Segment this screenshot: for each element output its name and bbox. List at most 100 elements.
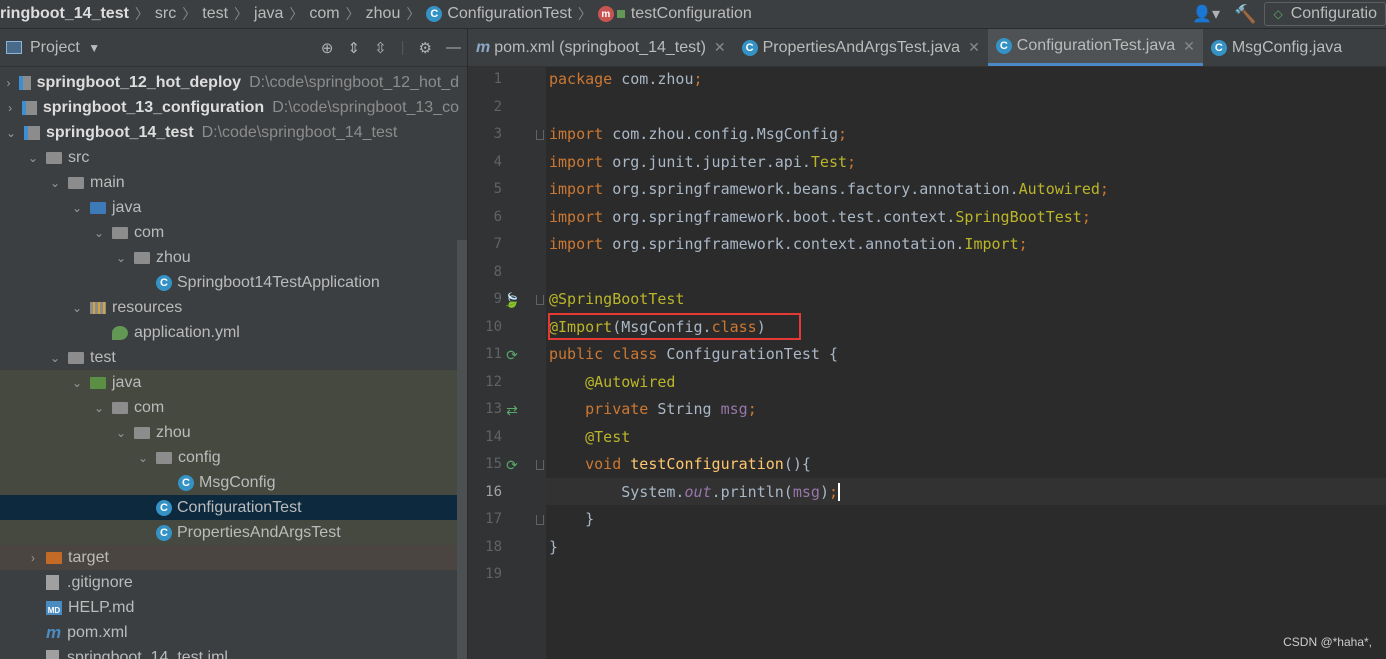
- breadcrumb-project[interactable]: ringboot_14_test: [0, 5, 129, 23]
- chevron-down-icon[interactable]: ⌄: [92, 401, 106, 415]
- chevron-down-icon[interactable]: ⌄: [26, 151, 40, 165]
- tree-item[interactable]: ⌄ src: [0, 145, 467, 170]
- tree-item[interactable]: springboot_14_test.iml: [0, 645, 467, 659]
- tree-item[interactable]: C MsgConfig: [0, 470, 467, 495]
- tree-item[interactable]: ⌄ com: [0, 220, 467, 245]
- project-view-selector[interactable]: Project ▼: [30, 39, 100, 57]
- tree-scrollbar[interactable]: [457, 240, 467, 659]
- tree-item[interactable]: .gitignore: [0, 570, 467, 595]
- tree-item[interactable]: ⌄ springboot_14_test D:\code\springboot_14…: [0, 120, 459, 145]
- run-test-icon[interactable]: ⟳: [502, 345, 522, 365]
- close-icon[interactable]: ✕: [968, 39, 980, 56]
- run-test-icon[interactable]: ⟳: [502, 455, 522, 475]
- tab-label: ConfigurationTest.java: [1016, 37, 1176, 54]
- tree-item[interactable]: ⌄ zhou: [0, 420, 467, 445]
- tree-item[interactable]: C Springboot14TestApplication: [0, 270, 467, 295]
- breadcrumb-com[interactable]: com: [309, 5, 339, 23]
- line-number: 8: [493, 263, 502, 280]
- build-hammer-icon[interactable]: 🔨: [1234, 4, 1256, 25]
- locate-file-icon[interactable]: ⊕: [321, 39, 334, 57]
- chevron-right-icon[interactable]: ›: [26, 551, 40, 565]
- breadcrumb-src[interactable]: src: [155, 5, 176, 23]
- editor-tab[interactable]: C ConfigurationTest.java ✕: [987, 29, 1203, 66]
- chevron-down-icon[interactable]: ⌄: [70, 376, 84, 390]
- chevron-right-icon: 〉: [234, 6, 249, 22]
- fold-marker-icon[interactable]: [536, 515, 544, 525]
- chevron-right-icon[interactable]: ›: [4, 101, 16, 115]
- package-icon: [134, 251, 150, 264]
- editor-tab[interactable]: m pom.xml (springboot_14_test) ✕: [468, 29, 734, 66]
- breadcrumb-test[interactable]: test: [202, 5, 228, 23]
- tree-item-label: pom.xml: [67, 623, 128, 641]
- close-icon[interactable]: ✕: [1183, 38, 1195, 55]
- tree-item[interactable]: ⌄ resources: [0, 295, 467, 320]
- folder-icon: [68, 176, 84, 189]
- fold-marker-icon[interactable]: [536, 130, 544, 140]
- tree-item[interactable]: MD HELP.md: [0, 595, 467, 620]
- class-icon: C: [426, 6, 443, 22]
- chevron-down-icon[interactable]: ⌄: [48, 351, 62, 365]
- tree-item[interactable]: › springboot_13_configuration D:\code\spri…: [0, 95, 459, 120]
- line-number: 10: [485, 318, 502, 335]
- project-panel-tools: ⊕ ⇕ ⇳ | ⚙ —: [321, 39, 461, 57]
- tree-item-label: com: [134, 223, 165, 241]
- chevron-down-icon[interactable]: ⌄: [114, 251, 128, 265]
- chevron-down-icon[interactable]: ⌄: [92, 226, 106, 240]
- public-access-icon: [616, 10, 625, 18]
- package-icon: [112, 226, 128, 239]
- class-icon: C: [156, 499, 172, 516]
- file-icon: [46, 650, 59, 659]
- chevron-down-icon[interactable]: ⌄: [114, 426, 128, 440]
- watermark: CSDN @*haha*,: [1283, 635, 1372, 649]
- tree-item[interactable]: ⌄ config: [0, 445, 467, 470]
- fold-marker-icon[interactable]: [536, 460, 544, 470]
- tree-item[interactable]: C ConfigurationTest: [0, 495, 467, 520]
- tree-item[interactable]: ⌄ zhou: [0, 245, 467, 270]
- user-icon[interactable]: 👤▾: [1192, 4, 1220, 24]
- tree-item[interactable]: › target: [0, 545, 467, 570]
- class-icon: C: [178, 474, 194, 491]
- breadcrumb-java[interactable]: java: [254, 5, 283, 23]
- tree-item[interactable]: ⌄ test: [0, 345, 467, 370]
- collapse-all-icon[interactable]: ⇳: [374, 39, 387, 57]
- chevron-right-icon[interactable]: ›: [4, 76, 13, 90]
- breadcrumb-label: ringboot_14_test: [0, 5, 129, 22]
- tree-item[interactable]: › springboot_12_hot_deploy D:\code\springb…: [0, 70, 459, 95]
- tree-item[interactable]: ⌄ java: [0, 195, 467, 220]
- breadcrumb-method[interactable]: m testConfiguration: [597, 5, 752, 23]
- editor-tab[interactable]: C MsgConfig.java: [1203, 29, 1350, 66]
- chevron-down-icon[interactable]: ⌄: [48, 176, 62, 190]
- folder-icon: [68, 351, 84, 364]
- autowired-bean-icon[interactable]: ⇄: [502, 400, 522, 420]
- tree-item[interactable]: application.yml: [0, 320, 467, 345]
- spring-bean-icon[interactable]: 🍃: [502, 290, 522, 310]
- fold-marker-icon[interactable]: [536, 295, 544, 305]
- chevron-down-icon[interactable]: ⌄: [70, 201, 84, 215]
- code-line: @Autowired: [585, 372, 676, 391]
- run-configuration-label: Configuratio: [1290, 5, 1377, 22]
- close-icon[interactable]: ✕: [714, 39, 726, 56]
- tree-item-label: PropertiesAndArgsTest: [177, 523, 341, 541]
- project-panel-title: Project: [30, 38, 80, 56]
- tree-item[interactable]: ⌄ main: [0, 170, 467, 195]
- package-icon: [156, 451, 172, 464]
- tree-item-label: java: [112, 373, 142, 391]
- project-tree: › springboot_12_hot_deploy D:\code\springb…: [0, 67, 467, 659]
- chevron-down-icon[interactable]: ⌄: [70, 301, 84, 315]
- breadcrumb-zhou[interactable]: zhou: [366, 5, 401, 23]
- editor-tab[interactable]: C PropertiesAndArgsTest.java ✕: [734, 29, 988, 66]
- gear-icon[interactable]: ⚙: [419, 39, 432, 57]
- run-configuration-selector[interactable]: ◇ Configuratio: [1264, 2, 1386, 26]
- tree-item[interactable]: C PropertiesAndArgsTest: [0, 520, 467, 545]
- chevron-right-icon: 〉: [406, 6, 421, 22]
- chevron-down-icon[interactable]: ⌄: [4, 126, 18, 140]
- expand-all-icon[interactable]: ⇕: [347, 39, 360, 57]
- editor-gutter: 1 2 3 4 5 6 7 8 9 10 11 12 13 14 15 16 17 18 19 🍃 ⟳ ⇄ ⟳: [468, 67, 546, 659]
- tree-item[interactable]: ⌄ java: [0, 370, 467, 395]
- code-editor[interactable]: package com.zhou; import com.zhou.config.…: [546, 67, 1386, 659]
- tree-item[interactable]: m pom.xml: [0, 620, 467, 645]
- chevron-down-icon[interactable]: ⌄: [136, 451, 150, 465]
- minimize-icon[interactable]: —: [446, 39, 461, 56]
- tree-item[interactable]: ⌄ com: [0, 395, 467, 420]
- breadcrumb-class[interactable]: C ConfigurationTest: [426, 5, 572, 23]
